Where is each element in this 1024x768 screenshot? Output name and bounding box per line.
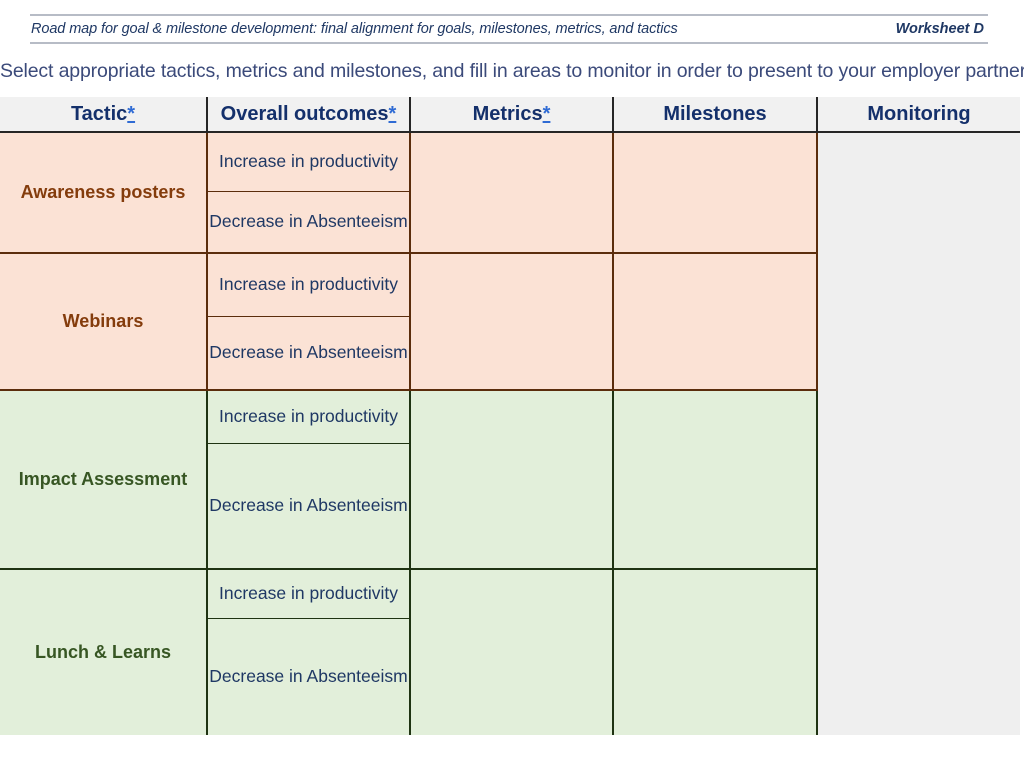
table-row: Awareness posters Increase in productivi… — [0, 132, 1020, 735]
tactic-cell-lunch-and-learns[interactable]: Lunch & Learns — [0, 569, 208, 735]
milestones-cell-awareness-posters[interactable] — [613, 132, 818, 254]
tactic-label: Awareness posters — [20, 182, 186, 202]
tactic-label: Lunch & Learns — [34, 642, 172, 662]
metrics-cell-lunch-and-learns[interactable] — [410, 569, 614, 735]
column-header-milestones-label: Milestones — [663, 102, 767, 125]
milestones-cell-lunch-and-learns[interactable] — [613, 569, 818, 735]
outcome-label: Increase in productivity — [219, 274, 398, 295]
outcome-label: Decrease in Absenteeism — [209, 666, 408, 687]
column-header-milestones: Milestones — [613, 97, 818, 133]
column-header-tactic: Tactic* — [0, 97, 208, 133]
column-header-monitoring: Monitoring — [817, 97, 1020, 133]
worksheet-label: Worksheet D — [895, 21, 984, 37]
outcome-label: Decrease in Absenteeism — [209, 342, 408, 363]
tactic-label: Webinars — [62, 311, 144, 331]
milestones-cell-webinars[interactable] — [613, 253, 818, 391]
metrics-cell-awareness-posters[interactable] — [410, 132, 614, 254]
outcome-label: Decrease in Absenteeism — [209, 211, 408, 232]
column-header-metrics: Metrics* — [410, 97, 614, 133]
instruction-text: Select appropriate tactics, metrics and … — [0, 60, 1024, 82]
outcome-cell-increase-productivity-4[interactable]: Increase in productivity — [207, 569, 411, 619]
milestones-cell-impact-assessment[interactable] — [613, 390, 818, 570]
tactic-label: Impact Assessment — [18, 469, 188, 489]
footnote-marker-overall-outcomes[interactable]: * — [389, 103, 397, 125]
column-header-monitoring-label: Monitoring — [867, 102, 971, 125]
outcome-cell-increase-productivity-3[interactable]: Increase in productivity — [207, 390, 411, 444]
outcome-label: Increase in productivity — [219, 583, 398, 604]
monitoring-cell[interactable] — [817, 132, 1020, 735]
column-header-overall-outcomes-label: Overall outcomes — [220, 102, 389, 125]
metrics-cell-webinars[interactable] — [410, 253, 614, 391]
footnote-marker-metrics[interactable]: * — [543, 103, 551, 125]
outcome-cell-increase-productivity-1[interactable]: Increase in productivity — [207, 132, 411, 192]
banner-title: Road map for goal & milestone developmen… — [31, 21, 678, 37]
outcome-cell-decrease-absenteeism-4[interactable]: Decrease in Absenteeism — [207, 618, 411, 735]
footnote-marker-tactic[interactable]: * — [127, 103, 135, 125]
outcome-label: Decrease in Absenteeism — [209, 495, 408, 516]
column-header-metrics-label: Metrics — [472, 102, 543, 125]
metrics-cell-impact-assessment[interactable] — [410, 390, 614, 570]
tactic-cell-impact-assessment[interactable]: Impact Assessment — [0, 390, 208, 570]
outcome-cell-decrease-absenteeism-3[interactable]: Decrease in Absenteeism — [207, 443, 411, 570]
worksheet-page: Road map for goal & milestone developmen… — [0, 0, 1024, 768]
outcome-cell-decrease-absenteeism-2[interactable]: Decrease in Absenteeism — [207, 316, 411, 391]
outcome-cell-decrease-absenteeism-1[interactable]: Decrease in Absenteeism — [207, 191, 411, 254]
outcome-cell-increase-productivity-2[interactable]: Increase in productivity — [207, 253, 411, 317]
outcome-label: Increase in productivity — [219, 151, 398, 172]
column-header-tactic-label: Tactic — [70, 102, 128, 125]
tactic-cell-webinars[interactable]: Webinars — [0, 253, 208, 391]
column-header-overall-outcomes: Overall outcomes* — [207, 97, 411, 133]
table-header-row: Tactic* Overall outcomes* Metrics* Miles… — [0, 97, 1020, 133]
roadmap-table: Tactic* Overall outcomes* Metrics* Miles… — [0, 97, 1020, 735]
banner: Road map for goal & milestone developmen… — [30, 14, 988, 44]
tactic-cell-awareness-posters[interactable]: Awareness posters — [0, 132, 208, 254]
outcome-label: Increase in productivity — [219, 406, 398, 427]
